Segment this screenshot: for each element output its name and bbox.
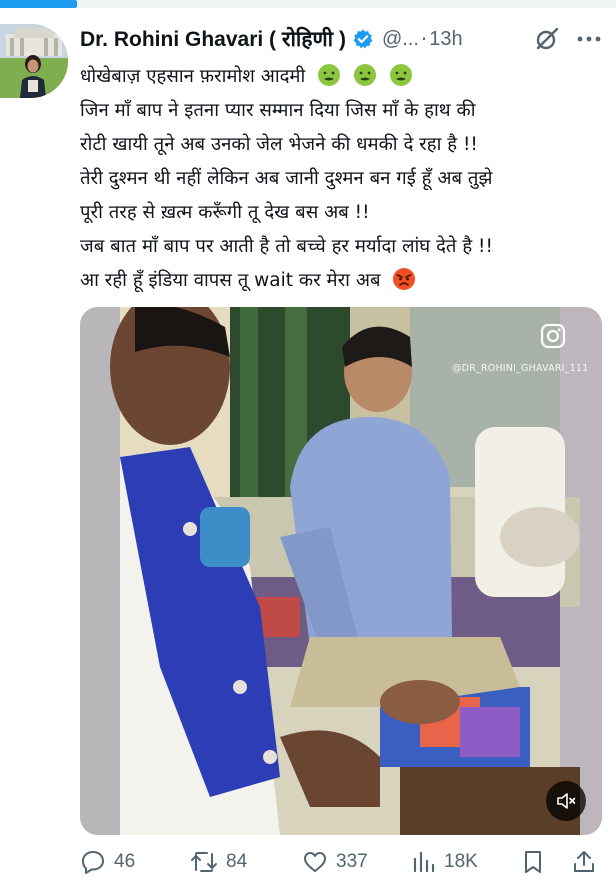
bookmark-button[interactable]: [522, 848, 544, 876]
tweet-line: आ रही हूँ इंडिया वापस तू wait कर मेरा अब: [80, 264, 600, 298]
video-progress-bar: [0, 0, 616, 8]
tweet-line: पूरी तरह से ख़त्म करूँगी तू देख बस अब !!: [80, 202, 370, 223]
mute-icon: [557, 793, 576, 809]
tweet-line: रोटी खायी तूने अब उनको जेल भेजने की धमकी…: [80, 134, 478, 155]
repost-icon: [191, 852, 217, 872]
nauseated-face-icon: [353, 63, 377, 87]
tweet-line-text: धोखेबाज़ एहसान फ़रामोश आदमी: [80, 66, 306, 87]
bookmark-icon: [525, 851, 541, 873]
action-bar: 46 84 337 18K: [80, 842, 600, 882]
tweet-line-text: आ रही हूँ इंडिया वापस तू wait कर मेरा अब: [80, 270, 381, 291]
video-player[interactable]: @DR_ROHINI_GHAVARI_111: [80, 307, 602, 835]
grok-icon[interactable]: [534, 26, 560, 52]
video-progress-fill: [0, 0, 77, 8]
angry-face-icon: [392, 267, 416, 291]
more-options-icon[interactable]: [574, 24, 604, 54]
tweet-line: जब बात माँ बाप पर आती है तो बच्चे हर मर्…: [80, 236, 493, 257]
separator: ·: [420, 27, 428, 51]
repost-button[interactable]: 84: [190, 848, 247, 876]
share-icon: [574, 851, 594, 872]
mute-button[interactable]: [546, 781, 586, 821]
reply-icon: [82, 851, 104, 874]
tweet-text: धोखेबाज़ एहसान फ़रामोश आदमी जिन माँ बाप …: [80, 60, 600, 298]
views-count: 18K: [444, 851, 478, 872]
reply-button[interactable]: 46: [80, 848, 135, 876]
avatar[interactable]: [0, 24, 68, 98]
video-watermark: @DR_ROHINI_GHAVARI_111: [452, 363, 589, 374]
verified-badge-icon: [352, 28, 374, 50]
tweet-line: धोखेबाज़ एहसान फ़रामोश आदमी: [80, 60, 600, 94]
tweet-line: जिन माँ बाप ने इतना प्यार सम्मान दिया जि…: [80, 100, 476, 121]
post-time[interactable]: 13h: [429, 28, 462, 51]
author-name[interactable]: Dr. Rohini Ghavari ( रोहिणी ): [80, 25, 346, 53]
views-button[interactable]: 18K: [412, 848, 478, 876]
repost-count: 84: [226, 851, 248, 872]
video-frame: [80, 307, 602, 835]
like-icon: [304, 852, 326, 872]
share-button[interactable]: [572, 848, 596, 876]
nauseated-face-icon: [389, 63, 413, 87]
views-icon: [413, 851, 435, 873]
tweet-header: Dr. Rohini Ghavari ( रोहिणी ) @... · 13h: [80, 22, 610, 56]
instagram-icon: [540, 323, 566, 349]
tweet-line: तेरी दुश्मन थी नहीं लेकिन अब जानी दुश्मन…: [80, 168, 493, 189]
like-button[interactable]: 337: [302, 848, 368, 876]
like-count: 337: [336, 851, 368, 872]
nauseated-face-icon: [317, 63, 341, 87]
author-handle[interactable]: @...: [382, 28, 419, 51]
reply-count: 46: [114, 851, 136, 872]
